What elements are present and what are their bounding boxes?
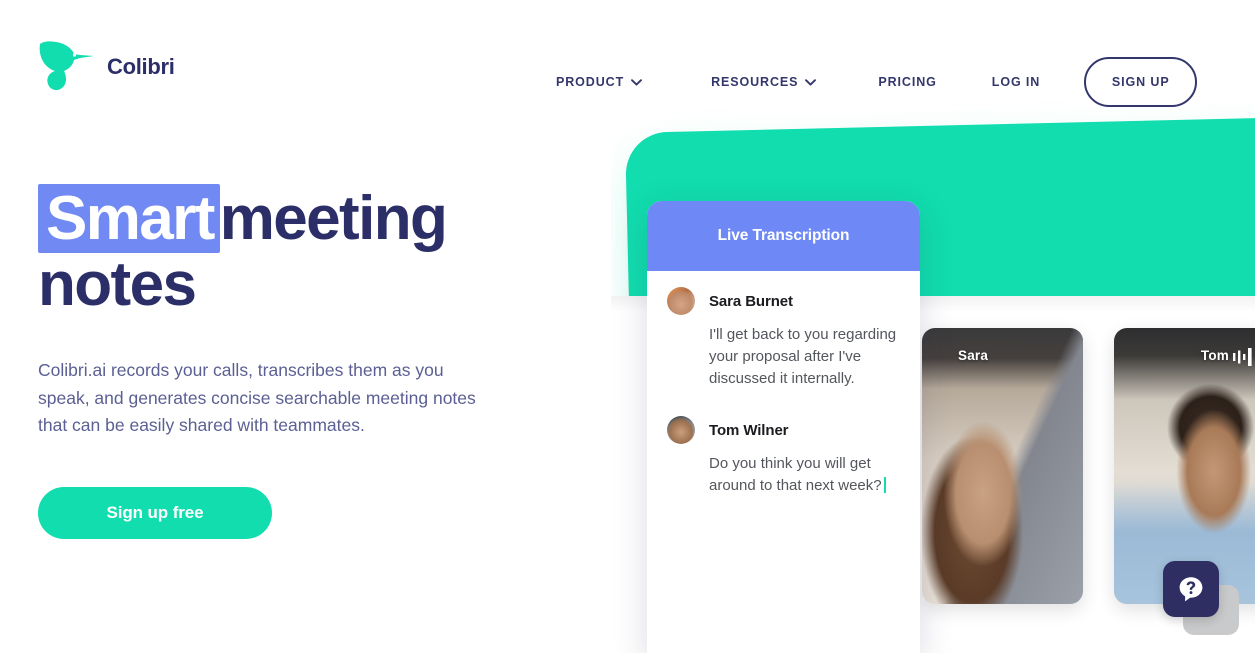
live-transcription-header: Live Transcription [647,201,920,271]
transcript-message-text: I'll get back to you regarding your prop… [709,326,897,388]
transcript-message: Sara Burnet I'll get back to you regardi… [667,287,898,390]
video-feed-sara [922,328,1083,604]
help-button[interactable] [1163,561,1219,617]
brand-name: Colibri [107,54,175,79]
transcript-message-text: Do you think you will get around to that… [709,455,882,495]
page-title: Smartmeeting notes [38,184,558,319]
nav-item-pricing[interactable]: PRICING [878,62,936,103]
transcript-speaker-name: Tom Wilner [709,421,789,439]
nav-item-product[interactable]: PRODUCT [556,62,643,103]
chevron-down-icon [805,78,817,86]
live-transcription-title: Live Transcription [717,227,850,244]
video-tile-sara[interactable]: Sara [922,328,1083,604]
nav-item-resources[interactable]: RESOURCES [711,62,817,103]
transcript-message: Tom Wilner Do you think you will get aro… [667,416,898,497]
avatar [667,287,695,315]
page-title-highlight: Smart [38,184,220,253]
page-title-rest: meeting [219,184,448,253]
live-transcription-card: Live Transcription Sara Burnet I'll get … [647,201,920,653]
site-header: Colibri PRODUCT RESOURCES PRICING LOG IN [0,0,1255,133]
nav-item-resources-label: RESOURCES [711,75,799,89]
hummingbird-logo-icon [36,40,98,94]
signup-button[interactable]: SIGN UP [1084,57,1198,107]
nav-item-login[interactable]: LOG IN [992,62,1040,103]
signup-free-button[interactable]: Sign up free [38,487,272,540]
nav-item-pricing-label: PRICING [878,75,937,89]
hero-copy: Smartmeeting notes Colibri.ai records yo… [38,184,558,540]
page-title-line2: notes [38,249,197,319]
live-transcription-body: Sara Burnet I'll get back to you regardi… [647,271,920,543]
avatar [667,416,695,445]
video-tile-tom-label: Tom [1200,348,1229,363]
transcript-speaker-name: Sara Burnet [709,292,793,310]
nav-item-product-label: PRODUCT [556,75,625,89]
hero-subtitle: Colibri.ai records your calls, transcrib… [38,360,476,436]
question-mark-chat-icon [1177,575,1205,603]
nav-item-login-label: LOG IN [991,75,1041,89]
brand-logo-link[interactable]: Colibri [36,40,175,94]
transcript-message-text-wrapper: Do you think you will get around to that… [709,453,898,497]
video-tile-sara-label: Sara [958,348,989,363]
main-navigation: PRODUCT RESOURCES PRICING LOG IN SIGN UP [556,57,1198,107]
chevron-down-icon [631,78,643,86]
typing-cursor [883,477,886,494]
